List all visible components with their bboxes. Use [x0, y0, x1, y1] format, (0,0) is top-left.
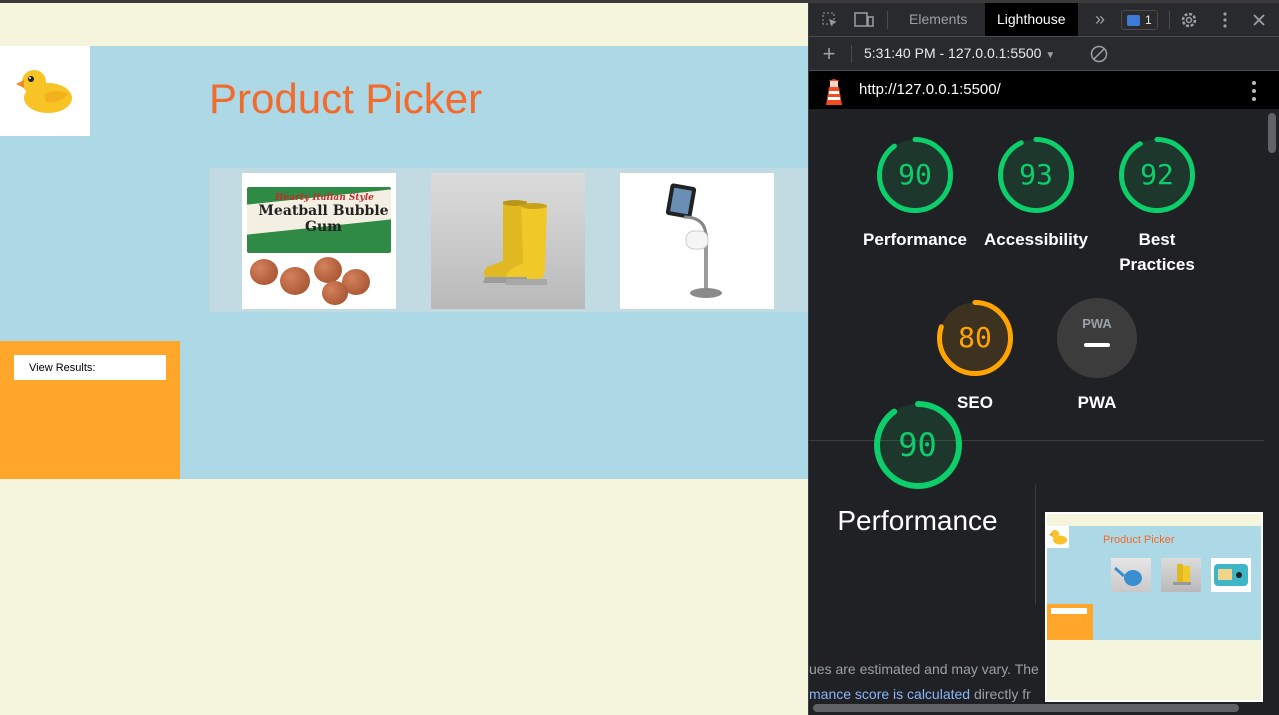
pwa-badge-text: PWA	[1082, 316, 1112, 331]
thumb-product-boots	[1161, 558, 1201, 592]
product-meatball-bubble-gum[interactable]: Hearty Italian Style Meatball Bubble Gum	[242, 173, 396, 309]
score-value: 90	[898, 158, 932, 191]
devtools-tabbar: Elements Lighthouse » 1	[809, 3, 1279, 37]
meatball	[322, 281, 348, 305]
report-select-label: 5:31:40 PM - 127.0.0.1:5500	[864, 45, 1042, 61]
product-ipad-toilet-paper-stand[interactable]	[620, 173, 774, 309]
duck-logo	[0, 46, 90, 136]
score-gauge-pwa[interactable]: PWA PWA	[1042, 298, 1152, 415]
meatball	[250, 259, 278, 285]
score-value: 93	[1019, 158, 1053, 191]
score-gauge-seo[interactable]: 80 SEO	[920, 298, 1030, 415]
score-gauge-accessibility[interactable]: 93 Accessibility	[981, 135, 1091, 252]
more-tabs-icon[interactable]: »	[1089, 3, 1111, 36]
stand-image	[665, 183, 722, 298]
lighthouse-report: 90 Performance 93 Accessibility 92 Best …	[809, 109, 1264, 715]
report-menu-icon[interactable]	[1252, 81, 1256, 105]
messages-badge[interactable]: 1	[1121, 10, 1158, 30]
thumb-title: Product Picker	[1103, 534, 1175, 546]
score-gauge-best-practices[interactable]: 92 Best Practices	[1102, 135, 1212, 277]
page-screenshot-thumbnail[interactable]: Product Picker	[1045, 512, 1263, 702]
tab-elements[interactable]: Elements	[897, 3, 979, 36]
lighthouse-url-bar: http://127.0.0.1:5500/	[809, 71, 1279, 109]
gum-title: Meatball Bubble Gum	[258, 203, 389, 235]
chevron-down-icon: ▼	[1045, 50, 1056, 61]
score-label: Accessibility	[984, 230, 1088, 249]
inspect-element-icon[interactable]	[817, 3, 843, 36]
meatball	[280, 267, 310, 295]
report-scrollbar-horizontal[interactable]	[813, 704, 1239, 712]
kebab-menu-icon[interactable]	[1213, 3, 1237, 36]
message-icon	[1127, 14, 1140, 26]
lighthouse-logo-icon	[826, 79, 842, 105]
report-scrollbar[interactable]	[1264, 109, 1279, 715]
tab-lighthouse[interactable]: Lighthouse	[985, 3, 1078, 36]
score-label: Performance	[863, 230, 967, 249]
thumb-product-toaster	[1211, 558, 1251, 592]
score-value: 80	[958, 321, 992, 354]
close-icon[interactable]	[1247, 3, 1271, 36]
performance-score-value: 90	[898, 426, 937, 464]
score-gauge-performance[interactable]: 90 Performance	[860, 135, 970, 252]
meatball	[314, 257, 342, 283]
performance-note: ues are estimated and may vary. The manc…	[809, 661, 1039, 702]
thumb-product-watering-can	[1111, 558, 1151, 592]
report-select[interactable]: 5:31:40 PM - 127.0.0.1:5500 ▼	[864, 37, 1055, 70]
duck-icon	[16, 70, 72, 113]
clear-icon[interactable]	[1087, 37, 1111, 70]
pwa-badge-icon: PWA	[1057, 298, 1137, 378]
gum-package: Hearty Italian Style Meatball Bubble Gum	[247, 187, 391, 253]
page-title: Product Picker	[209, 75, 483, 122]
performance-heading: Performance	[837, 505, 998, 536]
score-calculation-link[interactable]: mance score is calculated	[809, 686, 970, 702]
gum-tagline: Hearty Italian Style	[275, 193, 374, 203]
score-label: Best Practices	[1119, 230, 1195, 274]
results-panel: View Results:	[0, 341, 180, 479]
score-label: PWA	[1077, 393, 1117, 412]
thumb-duck-icon	[1047, 526, 1069, 548]
score-value: 92	[1140, 158, 1174, 191]
lighthouse-toolbar: + 5:31:40 PM - 127.0.0.1:5500 ▼	[809, 37, 1279, 71]
gear-icon[interactable]	[1177, 3, 1201, 36]
boots-image	[483, 200, 547, 285]
web-page: Product Picker Hearty Italian Style Meat…	[0, 3, 808, 715]
message-count: 1	[1145, 13, 1152, 27]
devtools-panel: Elements Lighthouse » 1 + 5:31:40 PM - 1…	[808, 3, 1279, 715]
plus-icon[interactable]: +	[817, 37, 841, 70]
product-yellow-boots[interactable]	[431, 173, 585, 309]
performance-summary: 90 Performance	[815, 399, 1020, 537]
view-results-button[interactable]: View Results:	[14, 355, 166, 380]
device-toolbar-icon[interactable]	[851, 3, 877, 36]
report-url[interactable]: http://127.0.0.1:5500/	[859, 71, 1001, 109]
